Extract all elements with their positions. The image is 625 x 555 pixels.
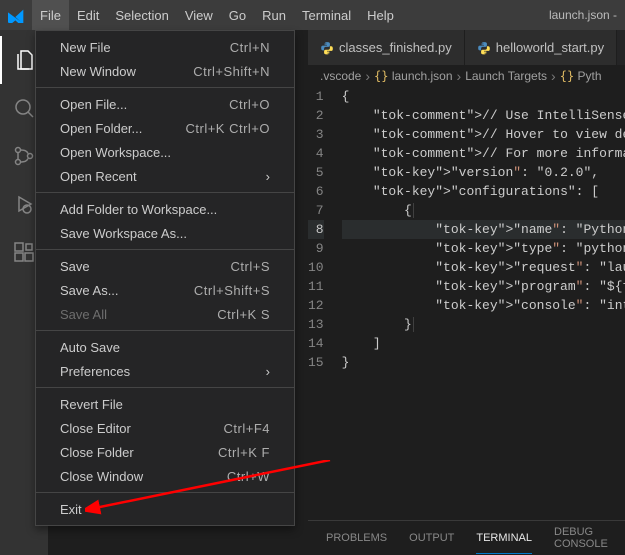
menu-run[interactable]: Run (254, 0, 294, 30)
menu-item[interactable]: New FileCtrl+N (36, 35, 294, 59)
menu-item[interactable]: New WindowCtrl+Shift+N (36, 59, 294, 83)
menu-item[interactable]: Add Folder to Workspace... (36, 197, 294, 221)
menu-file[interactable]: File (32, 0, 69, 30)
menu-item[interactable]: Close WindowCtrl+W (36, 464, 294, 488)
menu-item[interactable]: Save Workspace As... (36, 221, 294, 245)
gutter: 123456789101112131415 (308, 87, 342, 520)
tab[interactable]: helloworld_start.py (465, 30, 617, 65)
breadcrumb[interactable]: .vscode›{} launch.json›Launch Targets›{}… (308, 65, 625, 87)
menu-bar: FileEditSelectionViewGoRunTerminalHelp (32, 0, 402, 30)
title-bar: FileEditSelectionViewGoRunTerminalHelp l… (0, 0, 625, 30)
menu-item[interactable]: SaveCtrl+S (36, 254, 294, 278)
bottom-panel: PROBLEMS OUTPUT TERMINAL DEBUG CONSOLE (308, 520, 625, 555)
panel-tab-terminal[interactable]: TERMINAL (476, 532, 532, 554)
code[interactable]: { "tok-comment">// Use IntelliSense to l… (342, 87, 625, 520)
vscode-logo-icon (8, 7, 24, 23)
menu-item[interactable]: Save As...Ctrl+Shift+S (36, 278, 294, 302)
menu-item[interactable]: Open File...Ctrl+O (36, 92, 294, 116)
panel-tab-output[interactable]: OUTPUT (409, 532, 454, 544)
python-icon (477, 41, 491, 55)
menu-item[interactable]: Open Folder...Ctrl+K Ctrl+O (36, 116, 294, 140)
editor-tabs: classes_finished.pyhelloworld_start.py (308, 30, 625, 65)
menu-item[interactable]: Open Workspace... (36, 140, 294, 164)
menu-item[interactable]: Close FolderCtrl+K F (36, 440, 294, 464)
editor[interactable]: 123456789101112131415 { "tok-comment">//… (308, 87, 625, 520)
breadcrumb-item[interactable]: {} launch.json (374, 69, 453, 83)
python-icon (320, 41, 334, 55)
menu-go[interactable]: Go (221, 0, 254, 30)
menu-edit[interactable]: Edit (69, 0, 107, 30)
breadcrumb-item[interactable]: {} Pyth (560, 69, 602, 83)
menu-terminal[interactable]: Terminal (294, 0, 359, 30)
file-menu: New FileCtrl+NNew WindowCtrl+Shift+N Open… (35, 30, 295, 526)
menu-item[interactable]: Auto Save (36, 335, 294, 359)
menu-selection[interactable]: Selection (107, 0, 176, 30)
menu-item[interactable]: Preferences› (36, 359, 294, 383)
menu-item[interactable]: Revert File (36, 392, 294, 416)
menu-help[interactable]: Help (359, 0, 402, 30)
panel-tab-problems[interactable]: PROBLEMS (326, 532, 387, 544)
panel-tab-debug-console[interactable]: DEBUG CONSOLE (554, 526, 625, 550)
menu-item[interactable]: Open Recent› (36, 164, 294, 188)
window-title: launch.json - (549, 8, 625, 22)
breadcrumb-item[interactable]: .vscode (320, 69, 361, 83)
menu-item: Save AllCtrl+K S (36, 302, 294, 326)
tab[interactable]: classes_finished.py (308, 30, 465, 65)
menu-view[interactable]: View (177, 0, 221, 30)
breadcrumb-item[interactable]: Launch Targets (465, 69, 547, 83)
menu-item[interactable]: Close EditorCtrl+F4 (36, 416, 294, 440)
menu-item[interactable]: Exit (36, 497, 294, 521)
